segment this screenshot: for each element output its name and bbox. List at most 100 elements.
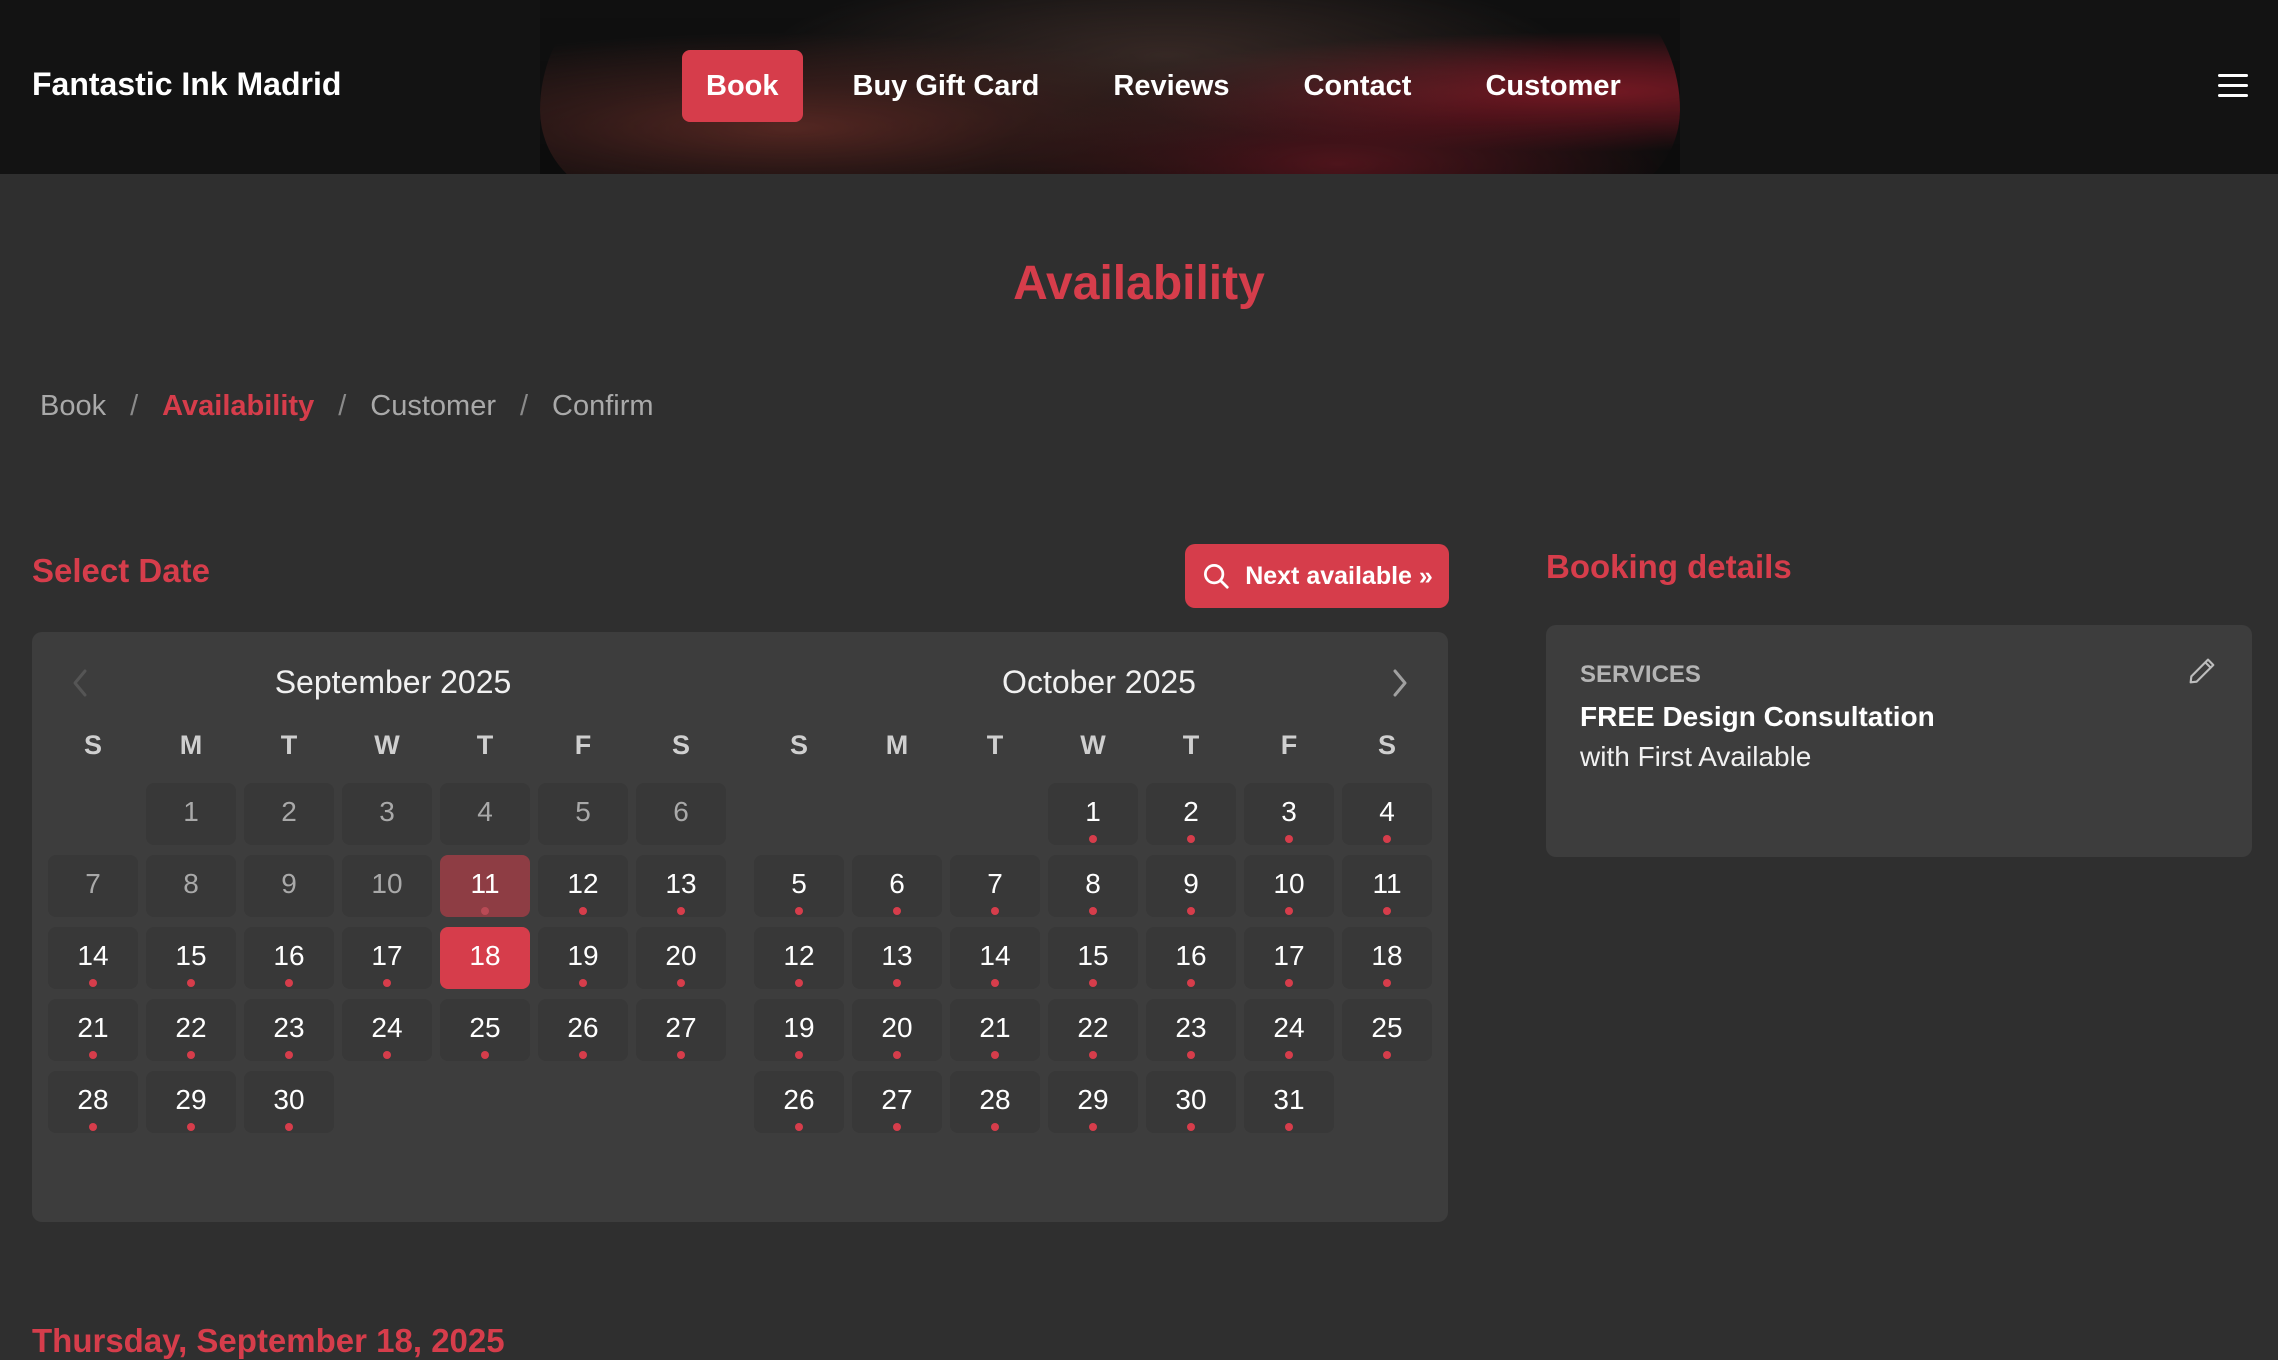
calendar-day-number: 10 (371, 868, 403, 899)
calendar-day[interactable]: 27 (636, 999, 726, 1061)
availability-dot (893, 1123, 901, 1131)
calendar-day[interactable]: 23 (244, 999, 334, 1061)
calendar-day-number: 21 (77, 1012, 109, 1043)
calendar-day[interactable]: 22 (146, 999, 236, 1061)
calendar-day-number: 14 (979, 940, 1011, 971)
availability-dot (991, 979, 999, 987)
calendar-day[interactable]: 8 (1048, 855, 1138, 917)
breadcrumb-book[interactable]: Book (40, 390, 106, 423)
calendar-day[interactable]: 17 (342, 927, 432, 989)
weekday-label: W (1080, 730, 1106, 760)
availability-dot (481, 907, 489, 915)
calendar-day[interactable]: 31 (1244, 1071, 1334, 1133)
calendar-day[interactable]: 19 (754, 999, 844, 1061)
weekday-label: M (179, 730, 203, 760)
calendar-day[interactable]: 13 (636, 855, 726, 917)
calendar-day[interactable]: 1 (1048, 783, 1138, 845)
calendar-day[interactable]: 19 (538, 927, 628, 989)
nav-reviews[interactable]: Reviews (1089, 50, 1253, 122)
calendar-day[interactable]: 20 (852, 999, 942, 1061)
calendar-day[interactable]: 12 (754, 927, 844, 989)
availability-dot (481, 1051, 489, 1059)
availability-dot (383, 1051, 391, 1059)
nav-book[interactable]: Book (682, 50, 803, 122)
calendar-day-number: 12 (783, 940, 815, 971)
nav-contact[interactable]: Contact (1279, 50, 1435, 122)
availability-dot (89, 1051, 97, 1059)
breadcrumb-availability: Availability (162, 390, 315, 422)
calendar-day-number: 13 (665, 868, 697, 899)
calendar-day-number: 5 (575, 796, 591, 827)
site-logo[interactable]: Fantastic Ink Madrid (32, 66, 341, 103)
calendar-day[interactable]: 25 (440, 999, 530, 1061)
calendar-day[interactable]: 30 (1146, 1071, 1236, 1133)
calendar-day-number: 7 (987, 868, 1003, 899)
calendar-day[interactable]: 7 (950, 855, 1040, 917)
availability-dot (795, 907, 803, 915)
calendar-day[interactable]: 28 (950, 1071, 1040, 1133)
site-header: Fantastic Ink Madrid Book Buy Gift Card … (0, 0, 2278, 174)
calendar-day: 4 (440, 783, 530, 845)
calendar-day[interactable]: 10 (1244, 855, 1334, 917)
calendar-day[interactable]: 23 (1146, 999, 1236, 1061)
calendar-day[interactable]: 16 (1146, 927, 1236, 989)
calendar-empty-cell (852, 783, 942, 845)
calendar-day-number: 19 (783, 1012, 815, 1043)
calendar-day[interactable]: 11 (1342, 855, 1432, 917)
calendar-day: 8 (146, 855, 236, 917)
calendar-day[interactable]: 14 (950, 927, 1040, 989)
calendar-day[interactable]: 20 (636, 927, 726, 989)
weekday-header: S M T W T F S (754, 730, 1444, 761)
calendar-day[interactable]: 9 (1146, 855, 1236, 917)
calendar-day[interactable]: 24 (342, 999, 432, 1061)
calendar-day-number: 20 (881, 1012, 913, 1043)
calendar-day-number: 12 (567, 868, 599, 899)
next-available-button[interactable]: Next available » (1185, 544, 1449, 608)
calendar-day[interactable]: 4 (1342, 783, 1432, 845)
calendar-day-number: 26 (783, 1084, 815, 1115)
availability-dot (1285, 835, 1293, 843)
calendar-day[interactable]: 30 (244, 1071, 334, 1133)
availability-dot (579, 979, 587, 987)
calendar-day[interactable]: 29 (1048, 1071, 1138, 1133)
calendar-empty-cell (754, 783, 844, 845)
service-name: FREE Design Consultation (1580, 701, 1935, 732)
nav-buy-gift-card[interactable]: Buy Gift Card (829, 50, 1064, 122)
calendar-day[interactable]: 14 (48, 927, 138, 989)
calendar-day[interactable]: 25 (1342, 999, 1432, 1061)
calendar-day[interactable]: 26 (754, 1071, 844, 1133)
calendar-day[interactable]: 15 (1048, 927, 1138, 989)
availability-dot (795, 1051, 803, 1059)
calendar-day[interactable]: 21 (950, 999, 1040, 1061)
calendar-day[interactable]: 16 (244, 927, 334, 989)
calendar-day[interactable]: 21 (48, 999, 138, 1061)
calendar-day[interactable]: 11 (440, 855, 530, 917)
calendar-day[interactable]: 28 (48, 1071, 138, 1133)
calendar-day[interactable]: 6 (852, 855, 942, 917)
nav-customer[interactable]: Customer (1461, 50, 1644, 122)
calendar-day[interactable]: 27 (852, 1071, 942, 1133)
calendar-day[interactable]: 22 (1048, 999, 1138, 1061)
calendar-day[interactable]: 13 (852, 927, 942, 989)
calendar-day[interactable]: 24 (1244, 999, 1334, 1061)
calendar-day-number: 28 (979, 1084, 1011, 1115)
calendar-day[interactable]: 15 (146, 927, 236, 989)
calendar-day[interactable]: 18 (440, 927, 530, 989)
calendar-day-number: 17 (371, 940, 403, 971)
calendar-day-number: 9 (1183, 868, 1199, 899)
calendar-day-number: 8 (1085, 868, 1101, 899)
hamburger-icon[interactable] (2218, 74, 2248, 98)
calendar-day[interactable]: 3 (1244, 783, 1334, 845)
calendar-day[interactable]: 17 (1244, 927, 1334, 989)
calendar-day-number: 2 (1183, 796, 1199, 827)
calendar-day[interactable]: 5 (754, 855, 844, 917)
calendar-day[interactable]: 26 (538, 999, 628, 1061)
calendar-day[interactable]: 2 (1146, 783, 1236, 845)
calendar-day[interactable]: 29 (146, 1071, 236, 1133)
calendar-day[interactable]: 18 (1342, 927, 1432, 989)
calendar-day-number: 18 (1371, 940, 1403, 971)
calendar-empty-cell (48, 783, 138, 845)
pencil-icon[interactable] (2186, 655, 2218, 687)
calendar-day-number: 30 (273, 1084, 305, 1115)
calendar-day[interactable]: 12 (538, 855, 628, 917)
